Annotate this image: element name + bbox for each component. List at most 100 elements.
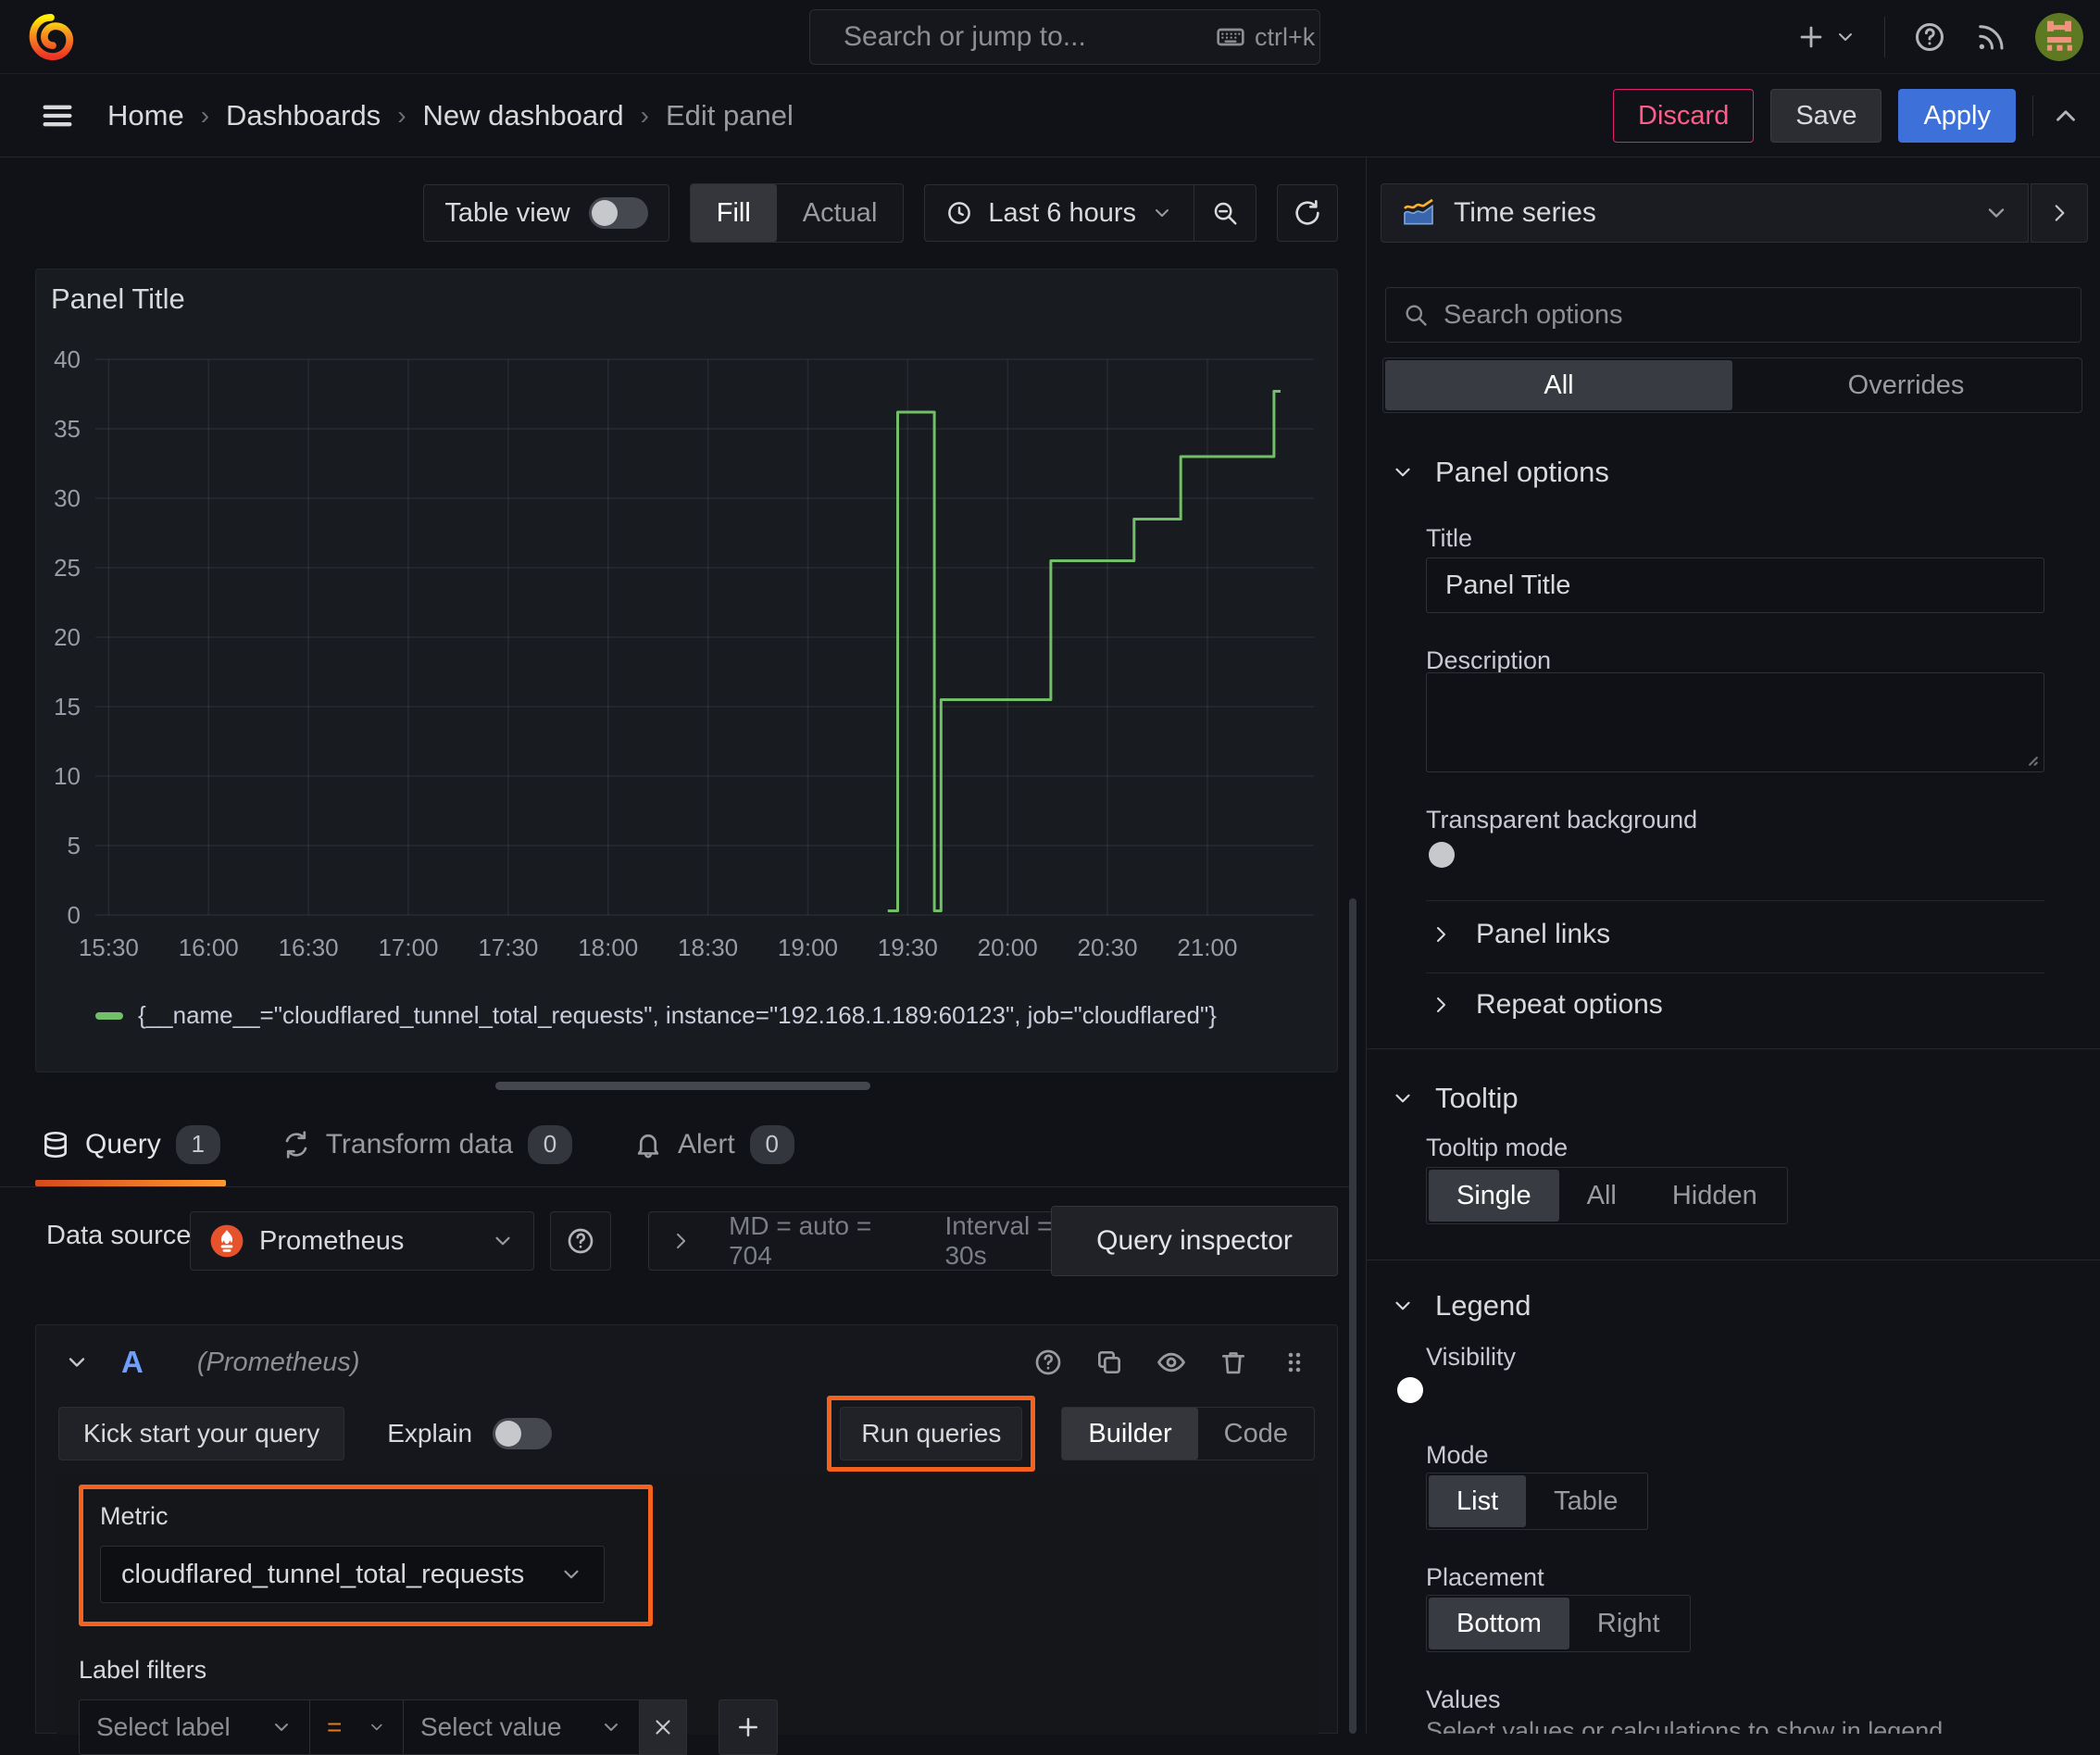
datasource-help-button[interactable] — [550, 1211, 611, 1271]
tooltip-mode-label: Tooltip mode — [1426, 1134, 1569, 1161]
visualization-picker[interactable]: Time series — [1381, 183, 2029, 243]
code-option[interactable]: Code — [1198, 1408, 1314, 1460]
chevron-down-icon — [270, 1716, 293, 1738]
breadcrumb: Home › Dashboards › New dashboard › Edit… — [107, 74, 794, 157]
legend-series-swatch[interactable] — [95, 1011, 123, 1020]
grafana-logo-icon[interactable] — [26, 12, 76, 62]
pane-resize-handle[interactable] — [495, 1082, 870, 1090]
datasource-picker[interactable]: Prometheus — [190, 1211, 534, 1271]
apply-button[interactable]: Apply — [1898, 89, 2016, 143]
refresh-button[interactable] — [1277, 184, 1338, 242]
tab-alert[interactable]: Alert 0 — [633, 1102, 794, 1186]
query-datasource-hint: (Prometheus) — [196, 1347, 360, 1377]
query-options-summary[interactable]: MD = auto = 704 Interval = 30s — [648, 1211, 1111, 1271]
divider — [1426, 972, 2044, 973]
scrollbar[interactable] — [1349, 898, 1356, 1734]
legend-series-name[interactable]: {__name__="cloudflared_tunnel_total_requ… — [138, 1001, 1217, 1030]
svg-text:16:00: 16:00 — [179, 934, 239, 961]
tooltip-all-option[interactable]: All — [1559, 1170, 1644, 1222]
description-textarea[interactable] — [1426, 672, 2044, 772]
panel-links-header[interactable]: Panel links — [1430, 919, 1610, 950]
zoom-out-button[interactable] — [1194, 185, 1256, 241]
save-button[interactable]: Save — [1770, 89, 1882, 143]
tooltip-mode-segmented: Single All Hidden — [1426, 1167, 1788, 1224]
legend-bottom-option[interactable]: Bottom — [1429, 1598, 1569, 1649]
query-toolbar: Kick start your query Explain Run querie… — [36, 1396, 1337, 1472]
table-view-control: Table view — [423, 184, 669, 242]
keyboard-icon — [1216, 22, 1245, 52]
metric-select[interactable]: cloudflared_tunnel_total_requests — [100, 1546, 605, 1603]
toggle-viz-suggestions-button[interactable] — [2031, 183, 2088, 243]
fill-option[interactable]: Fill — [690, 184, 777, 242]
global-search[interactable]: ctrl+k — [809, 9, 1320, 65]
select-label-dropdown[interactable]: Select label — [79, 1699, 310, 1755]
remove-filter-button[interactable] — [640, 1699, 687, 1755]
options-search-input[interactable] — [1444, 299, 2064, 331]
builder-option[interactable]: Builder — [1062, 1408, 1198, 1460]
select-value-dropdown[interactable]: Select value — [404, 1699, 640, 1755]
actual-option[interactable]: Actual — [777, 184, 904, 242]
help-icon — [566, 1226, 595, 1256]
collapse-query-icon[interactable] — [64, 1349, 90, 1375]
kick-start-query-button[interactable]: Kick start your query — [58, 1407, 345, 1460]
resize-handle-icon[interactable] — [2016, 744, 2040, 768]
time-series-chart[interactable]: 0 5 10 15 20 25 30 35 40 15:30 16:00 16:30 17:00 17:3… — [38, 336, 1325, 984]
tab-query[interactable]: Query 1 — [35, 1102, 226, 1186]
query-help-icon[interactable] — [1033, 1348, 1063, 1377]
time-range-picker[interactable]: Last 6 hours — [925, 185, 1194, 241]
legend-table-option[interactable]: Table — [1526, 1475, 1645, 1527]
user-avatar[interactable] — [2035, 13, 2083, 61]
max-data-points-stat: MD = auto = 704 — [729, 1211, 872, 1270]
global-search-input[interactable] — [844, 21, 1201, 53]
svg-text:30: 30 — [54, 484, 81, 512]
tab-overrides[interactable]: Overrides — [1732, 360, 2080, 410]
panel-title-input[interactable] — [1426, 558, 2044, 613]
collapse-header-icon[interactable] — [2050, 100, 2081, 132]
delete-query-icon[interactable] — [1219, 1348, 1248, 1377]
svg-text:17:30: 17:30 — [478, 934, 538, 961]
news-rss-icon[interactable] — [1974, 20, 2007, 54]
run-queries-button[interactable]: Run queries — [840, 1407, 1023, 1460]
chevron-down-icon — [559, 1562, 583, 1586]
divider — [1884, 17, 1885, 57]
legend-list-option[interactable]: List — [1429, 1475, 1527, 1527]
legend-header[interactable]: Legend — [1391, 1289, 1531, 1323]
duplicate-query-icon[interactable] — [1094, 1348, 1124, 1377]
tooltip-hidden-option[interactable]: Hidden — [1644, 1170, 1785, 1222]
breadcrumb-new-dashboard[interactable]: New dashboard — [423, 99, 624, 132]
new-menu-button[interactable] — [1795, 21, 1856, 53]
prometheus-icon — [209, 1223, 244, 1259]
mode-label: Mode — [1426, 1441, 1489, 1469]
drag-query-grip-icon[interactable] — [1280, 1348, 1309, 1377]
explain-toggle[interactable] — [493, 1418, 553, 1449]
panel-title[interactable]: Panel Title — [51, 282, 185, 316]
panel-options-header[interactable]: Panel options — [1391, 456, 1609, 489]
legend-right-option[interactable]: Right — [1569, 1598, 1688, 1649]
options-search[interactable] — [1385, 287, 2081, 343]
menu-toggle-icon[interactable] — [39, 97, 76, 134]
add-filter-button[interactable] — [719, 1699, 778, 1755]
description-label: Description — [1426, 646, 1552, 674]
operator-dropdown[interactable]: = — [310, 1699, 404, 1755]
query-inspector-button[interactable]: Query inspector — [1051, 1206, 1338, 1276]
svg-text:21:00: 21:00 — [1177, 934, 1237, 961]
table-view-toggle[interactable] — [588, 197, 648, 229]
keyboard-shortcut-hint: ctrl+k — [1216, 22, 1315, 52]
metric-annotation: Metric cloudflared_tunnel_total_requests — [79, 1485, 653, 1626]
tooltip-header[interactable]: Tooltip — [1391, 1082, 1519, 1115]
help-icon[interactable] — [1913, 20, 1946, 54]
table-view-label: Table view — [444, 197, 570, 228]
breadcrumb-dashboards[interactable]: Dashboards — [226, 99, 381, 132]
options-filter-tabs: All Overrides — [1382, 357, 2082, 413]
tab-all[interactable]: All — [1385, 360, 1732, 410]
repeat-options-header[interactable]: Repeat options — [1430, 989, 1663, 1021]
discard-button[interactable]: Discard — [1613, 89, 1755, 143]
query-row-header[interactable]: A (Prometheus) — [36, 1325, 1337, 1399]
title-label: Title — [1426, 524, 1473, 552]
tab-transform-data[interactable]: Transform data 0 — [281, 1102, 572, 1186]
disable-query-eye-icon[interactable] — [1156, 1347, 1187, 1378]
chevron-down-icon — [1391, 460, 1415, 484]
tooltip-single-option[interactable]: Single — [1429, 1170, 1559, 1222]
svg-text:19:30: 19:30 — [878, 934, 938, 961]
breadcrumb-home[interactable]: Home — [107, 99, 184, 132]
